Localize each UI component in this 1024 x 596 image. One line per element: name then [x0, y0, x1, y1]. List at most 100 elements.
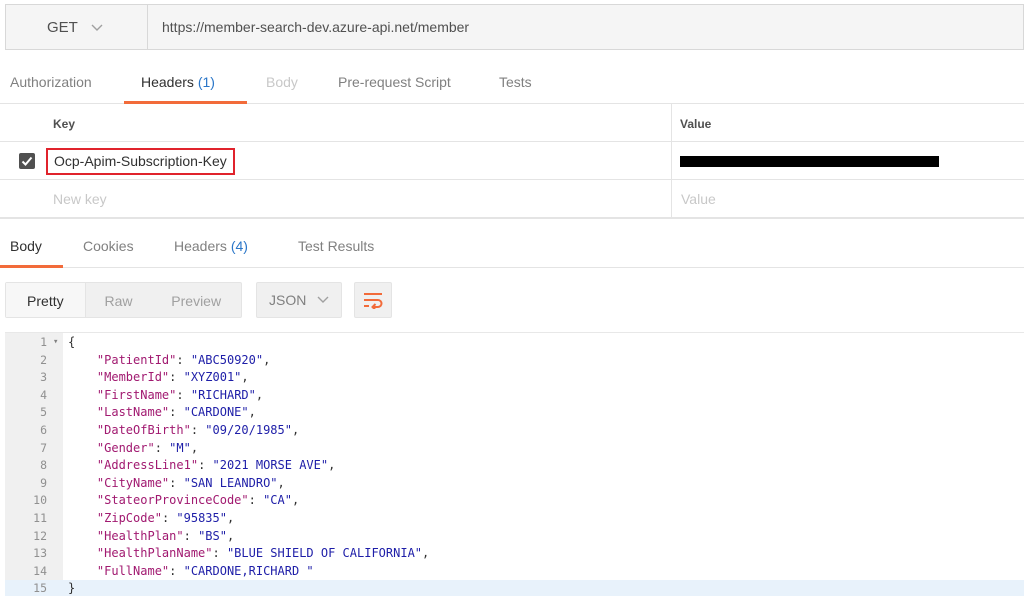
json-string-value: "M"	[169, 440, 191, 455]
headers-table: Key Value Ocp-Apim-Subscription-Key New …	[0, 104, 1024, 218]
table-header-row: Key Value	[0, 104, 1024, 142]
line-number: 8	[40, 458, 47, 473]
new-key-input[interactable]: New key	[53, 180, 107, 218]
tab-label: Pre-request Script	[338, 74, 451, 90]
json-key: "HealthPlan"	[96, 528, 184, 543]
json-string-value: "CARDONE,RICHARD "	[183, 563, 314, 578]
line-number: 9	[40, 475, 47, 490]
json-key: "FirstName"	[96, 387, 177, 402]
tab-tests[interactable]: Tests	[499, 58, 532, 104]
json-string-value: "RICHARD"	[190, 387, 256, 402]
tab-label: Authorization	[10, 74, 92, 90]
code-text: "Gender": "M",	[96, 440, 199, 455]
request-bar: GET https://member-search-dev.azure-api.…	[5, 4, 1024, 50]
json-key: "FullName"	[96, 563, 170, 578]
new-header-row: New key Value	[0, 180, 1024, 218]
line-number: 3	[40, 370, 47, 385]
code-text: "AddressLine1": "2021 MORSE AVE",	[96, 458, 336, 473]
line-number: 13	[33, 546, 47, 561]
json-key: "LastName"	[96, 405, 170, 420]
line-number: 11	[33, 511, 47, 525]
column-divider	[671, 180, 672, 217]
code-line: 3 "MemberId": "XYZ001",	[5, 369, 1024, 387]
response-body-editor[interactable]: 1 ▾ {2 "PatientId": "ABC50920", 3 "MemberId…	[5, 332, 1024, 596]
method-dropdown[interactable]: GET	[5, 4, 147, 50]
language-label: JSON	[269, 292, 307, 308]
code-line: 6 "DateOfBirth": "09/20/1985",	[5, 422, 1024, 440]
json-string-value: "BLUE SHIELD OF CALIFORNIA"	[226, 546, 423, 561]
new-value-input[interactable]: Value	[681, 180, 716, 218]
code-line: 12 "HealthPlan": "BS",	[5, 528, 1024, 546]
json-string-value: "09/20/1985"	[205, 423, 292, 437]
code-text: "DateOfBirth": "09/20/1985",	[96, 423, 300, 437]
tab-label: Test Results	[298, 238, 375, 254]
url-input[interactable]: https://member-search-dev.azure-api.net/…	[147, 4, 1024, 50]
json-key: "MemberId"	[96, 370, 170, 385]
format-toggle-group: Pretty Raw Preview	[5, 282, 242, 318]
url-text: https://member-search-dev.azure-api.net/…	[162, 19, 470, 35]
json-key: "HealthPlanName"	[96, 546, 213, 561]
line-number: 12	[33, 528, 47, 543]
tab-response-body[interactable]: Body	[10, 219, 42, 269]
json-key: "Gender"	[96, 440, 155, 455]
code-text: "StateorProvinceCode": "CA",	[96, 493, 300, 508]
code-line: 8 "AddressLine1": "2021 MORSE AVE",	[5, 457, 1024, 475]
code-line: 5 "LastName": "CARDONE",	[5, 404, 1024, 422]
json-string-value: "ABC50920"	[190, 352, 264, 367]
column-divider	[671, 104, 672, 141]
code-text: "LastName": "CARDONE",	[96, 405, 256, 420]
raw-button[interactable]: Raw	[86, 283, 152, 317]
code-text: "FirstName": "RICHARD",	[96, 387, 264, 402]
tab-label: Tests	[499, 74, 532, 90]
tab-headers[interactable]: Headers (1)	[141, 58, 215, 104]
wrap-icon	[364, 293, 383, 309]
tab-body[interactable]: Body	[266, 58, 298, 104]
redacted-header-value[interactable]	[680, 156, 939, 167]
json-string-value: "SAN LEANDRO"	[183, 475, 278, 490]
fold-toggle-icon[interactable]: ▾	[53, 334, 58, 351]
tab-cookies[interactable]: Cookies	[83, 219, 134, 269]
code-text: "HealthPlan": "BS",	[96, 528, 235, 543]
code-line: 4 "FirstName": "RICHARD",	[5, 387, 1024, 405]
tab-label: Headers	[141, 74, 194, 90]
json-key: "ZipCode"	[96, 511, 162, 525]
json-key: "StateorProvinceCode"	[96, 493, 249, 508]
tab-label: Headers	[174, 238, 227, 254]
json-string-value: "XYZ001"	[183, 370, 242, 385]
header-enabled-checkbox[interactable]	[19, 153, 35, 169]
tab-test-results[interactable]: Test Results	[298, 219, 374, 269]
wrap-lines-button[interactable]	[354, 282, 392, 318]
tab-pre-request-script[interactable]: Pre-request Script	[338, 58, 451, 104]
table-row: Ocp-Apim-Subscription-Key	[0, 142, 1024, 180]
code-line: 2 "PatientId": "ABC50920",	[5, 352, 1024, 370]
code-text: "CityName": "SAN LEANDRO",	[96, 475, 285, 490]
tab-authorization[interactable]: Authorization	[10, 58, 92, 104]
line-number: 5	[40, 405, 47, 420]
method-label: GET	[47, 18, 78, 36]
chevron-down-icon	[316, 292, 330, 309]
code-line: 7 "Gender": "M",	[5, 440, 1024, 458]
pretty-button[interactable]: Pretty	[6, 283, 86, 317]
code-text: "HealthPlanName": "BLUE SHIELD OF CALIFO…	[96, 546, 430, 561]
code-text: }	[68, 581, 76, 596]
tab-response-headers[interactable]: Headers (4)	[174, 219, 248, 269]
json-string-value: "2021 MORSE AVE"	[212, 458, 329, 473]
json-key: "DateOfBirth"	[96, 423, 191, 437]
tab-label: Body	[10, 238, 42, 254]
json-key: "PatientId"	[96, 352, 177, 367]
line-number: 1	[40, 335, 47, 349]
code-text: {	[68, 335, 76, 349]
request-tabs: Authorization Headers (1) Body Pre-reque…	[0, 58, 1024, 104]
json-key: "CityName"	[96, 475, 170, 490]
chevron-down-icon	[90, 20, 104, 34]
header-key-field[interactable]: Ocp-Apim-Subscription-Key	[46, 148, 235, 175]
key-column-heading: Key	[53, 117, 76, 131]
json-string-value: "CA"	[263, 493, 292, 508]
json-string-value: "CARDONE"	[183, 405, 249, 420]
preview-button[interactable]: Preview	[151, 283, 241, 317]
code-text: "PatientId": "ABC50920",	[96, 352, 271, 367]
code-line: 1 ▾ {	[5, 334, 1024, 352]
code-text: "FullName": "CARDONE,RICHARD "	[96, 563, 314, 578]
language-select[interactable]: JSON	[256, 282, 342, 318]
json-string-value: "BS"	[198, 528, 227, 543]
